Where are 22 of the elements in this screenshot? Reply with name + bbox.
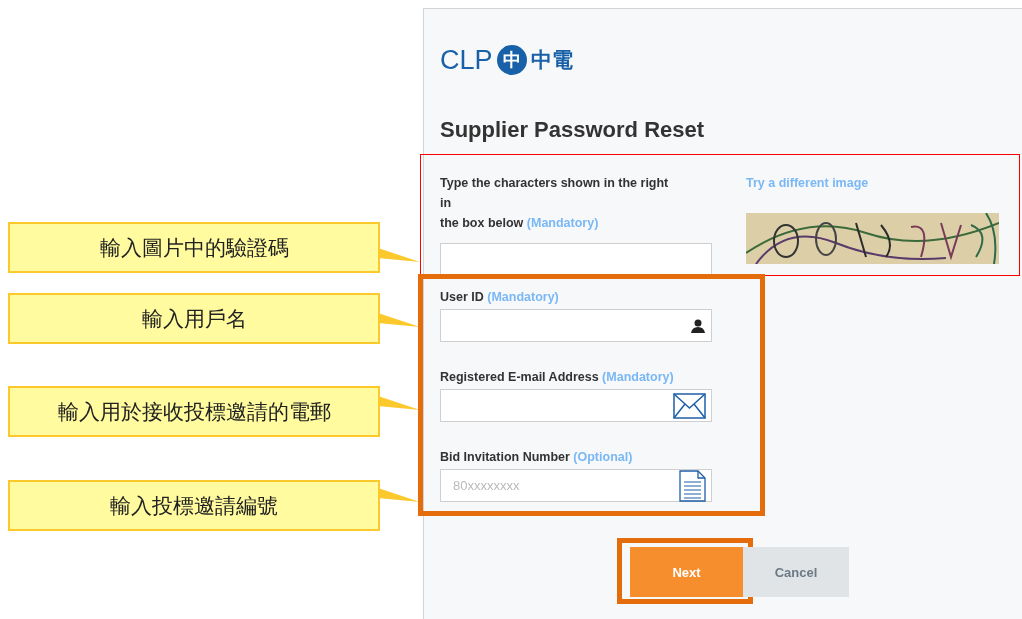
envelope-icon: [673, 392, 706, 419]
logo-wordmark: CLP: [440, 44, 493, 76]
captcha-input[interactable]: [440, 243, 712, 276]
cancel-button[interactable]: Cancel: [743, 547, 849, 597]
callout-text: 輸入投標邀請編號: [110, 492, 278, 520]
callout-text: 輸入用於接收投標邀請的電郵: [57, 398, 331, 426]
input-field[interactable]: [440, 389, 712, 422]
field-label: Bid Invitation Number (Optional): [440, 449, 634, 466]
field-label: User ID (Mandatory): [440, 289, 560, 306]
input-field[interactable]: 80xxxxxxxx: [440, 469, 712, 502]
next-button[interactable]: Next: [630, 547, 743, 597]
logo-chinese: 中電: [530, 47, 573, 74]
input-field[interactable]: [440, 309, 712, 342]
logo-emblem: 中: [496, 45, 527, 75]
page-title: Supplier Password Reset: [440, 117, 706, 144]
field-label: Type the characters shown in the right in the box below (Mandatory): [440, 175, 670, 232]
refresh-link[interactable]: Try a different image: [746, 173, 999, 193]
callout-text: 輸入用戶名: [141, 305, 247, 333]
document-icon: [679, 469, 706, 502]
person-icon: [690, 317, 706, 334]
callout-text: 輸入圖片中的驗證碼: [99, 234, 289, 262]
field-label: Registered E-mail Address (Mandatory): [440, 369, 675, 386]
